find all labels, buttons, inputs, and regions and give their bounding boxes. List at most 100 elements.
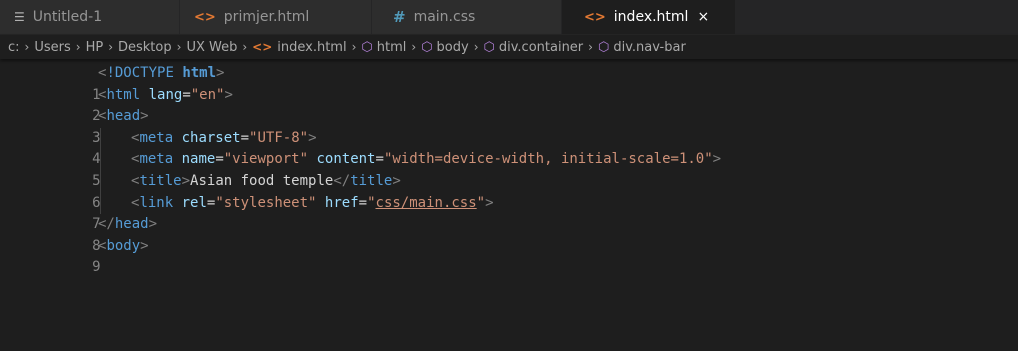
token: href: [324, 194, 359, 211]
symbol-cube-icon: ⬡: [421, 39, 433, 55]
breadcrumb-item[interactable]: <> index.html: [252, 40, 346, 55]
code-line[interactable]: 4 <meta charset="UTF-8">: [0, 127, 1018, 167]
breadcrumb-item[interactable]: Desktop: [118, 40, 172, 55]
breadcrumb-label: div.container: [498, 39, 584, 55]
css-hash-icon: #: [393, 8, 406, 26]
breadcrumb-item[interactable]: Users: [34, 40, 70, 55]
lines-icon: ☰: [14, 10, 25, 24]
token: rel: [181, 194, 207, 211]
token: >: [148, 216, 158, 233]
token: =: [358, 194, 368, 211]
token: >: [140, 108, 149, 125]
chevron-right-icon: ›: [176, 40, 182, 54]
html-icon: <>: [584, 9, 606, 25]
breadcrumb-item[interactable]: ⬡ body: [421, 40, 469, 55]
breadcrumb-item[interactable]: UX Web: [186, 40, 237, 55]
tab-main-css[interactable]: # main.css: [372, 0, 562, 34]
token: link: [139, 194, 174, 211]
code-line[interactable]: 1 <!DOCTYPE html>: [0, 63, 1018, 103]
code-text: </head>: [98, 214, 157, 236]
breadcrumb-label: div.nav-bar: [613, 39, 686, 55]
tab-label: Untitled-1: [32, 9, 103, 25]
breadcrumb-item[interactable]: ⬡ div.container: [484, 40, 584, 55]
chevron-right-icon: ›: [473, 40, 479, 54]
symbol-cube-icon: ⬡: [361, 39, 373, 55]
tab-label: primjer.html: [223, 9, 310, 25]
token: Asian food temple: [190, 172, 334, 189]
token: >: [308, 129, 317, 146]
code-text: <html lang="en">: [98, 85, 233, 107]
token: >: [392, 172, 401, 189]
token: meta: [139, 129, 174, 146]
tab-untitled-1[interactable]: ☰ Untitled-1: [0, 0, 180, 34]
code-editor[interactable]: 1 <!DOCTYPE html> 2 <html lang="en"> 3 <…: [0, 59, 1018, 276]
code-text: <body>: [98, 236, 149, 258]
code-line[interactable]: 3 <head>: [0, 106, 1018, 146]
breadcrumb-item[interactable]: ⬡ div.nav-bar: [598, 40, 686, 55]
token: name: [181, 151, 216, 168]
breadcrumb-item[interactable]: ⬡ html: [361, 40, 406, 55]
code-line[interactable]: 9 <body>: [0, 236, 1018, 276]
token: =: [375, 151, 384, 168]
file-link[interactable]: css/main.css: [376, 195, 477, 211]
breadcrumb-label: Desktop: [118, 39, 172, 55]
token: ": [476, 194, 486, 211]
chevron-right-icon: ›: [24, 40, 30, 54]
indent-guide: [100, 127, 101, 150]
line-number: 9: [92, 259, 101, 276]
token: body: [106, 237, 141, 254]
token: head: [114, 216, 149, 233]
token: ": [367, 194, 376, 211]
indent-guide: [100, 170, 101, 193]
code-line[interactable]: 6 <title>Asian food temple</title>: [0, 170, 1018, 211]
chevron-right-icon: ›: [351, 40, 357, 54]
tab-label: main.css: [413, 9, 476, 25]
token: head: [106, 108, 141, 125]
code-text: <head>: [98, 106, 149, 128]
token: title: [350, 172, 393, 189]
token: =: [240, 129, 250, 146]
breadcrumb-label: index.html: [277, 39, 347, 55]
close-icon[interactable]: ×: [697, 9, 709, 25]
code-line[interactable]: 2 <html lang="en">: [0, 85, 1018, 125]
token: content: [316, 151, 376, 168]
editor-window: ☰ Untitled-1 <> primjer.html # main.css …: [0, 0, 1018, 351]
tab-primjer-html[interactable]: <> primjer.html: [180, 0, 372, 34]
html-icon: <>: [194, 9, 216, 25]
token: >: [485, 194, 494, 211]
token: html: [106, 86, 141, 103]
token: >: [712, 151, 722, 168]
chevron-right-icon: ›: [75, 40, 81, 54]
breadcrumb-item[interactable]: HP: [86, 40, 104, 55]
token: lang: [148, 86, 183, 103]
code-line[interactable]: 8 </head>: [0, 214, 1018, 254]
tab-label: index.html: [613, 9, 689, 25]
tab-index-html[interactable]: <> index.html ×: [562, 0, 736, 34]
chevron-right-icon: ›: [588, 40, 593, 54]
token: "stylesheet": [215, 194, 317, 211]
token: >: [181, 172, 191, 189]
chevron-right-icon: ›: [108, 40, 113, 54]
token: !DOCTYPE: [106, 65, 174, 81]
breadcrumb-label: UX Web: [186, 39, 238, 55]
chevron-right-icon: ›: [242, 40, 248, 54]
indent-guide: [100, 149, 101, 171]
html-icon: <>: [252, 40, 273, 54]
token: title: [139, 172, 182, 189]
token: "viewport": [223, 151, 309, 168]
token: "UTF-8": [249, 129, 309, 146]
breadcrumb-label: Users: [34, 39, 71, 55]
token: "width=device-width, initial-scale=1.0": [383, 151, 713, 168]
token: html: [182, 65, 217, 81]
code-line[interactable]: 7 <link rel="stylesheet" href="css/main.…: [0, 192, 1018, 232]
token: >: [224, 86, 233, 103]
tab-bar: ☰ Untitled-1 <> primjer.html # main.css …: [0, 0, 1018, 35]
code-text: <link rel="stylesheet" href="css/main.cs…: [131, 193, 494, 215]
breadcrumb-label: html: [376, 39, 407, 55]
breadcrumb-label: body: [436, 39, 469, 55]
breadcrumb-item[interactable]: c:: [8, 40, 20, 55]
code-line[interactable]: 5 <meta name="viewport" content="width=d…: [0, 149, 1018, 189]
symbol-cube-icon: ⬡: [483, 39, 495, 55]
symbol-cube-icon: ⬡: [597, 39, 610, 55]
code-text: <!DOCTYPE html>: [98, 63, 224, 85]
